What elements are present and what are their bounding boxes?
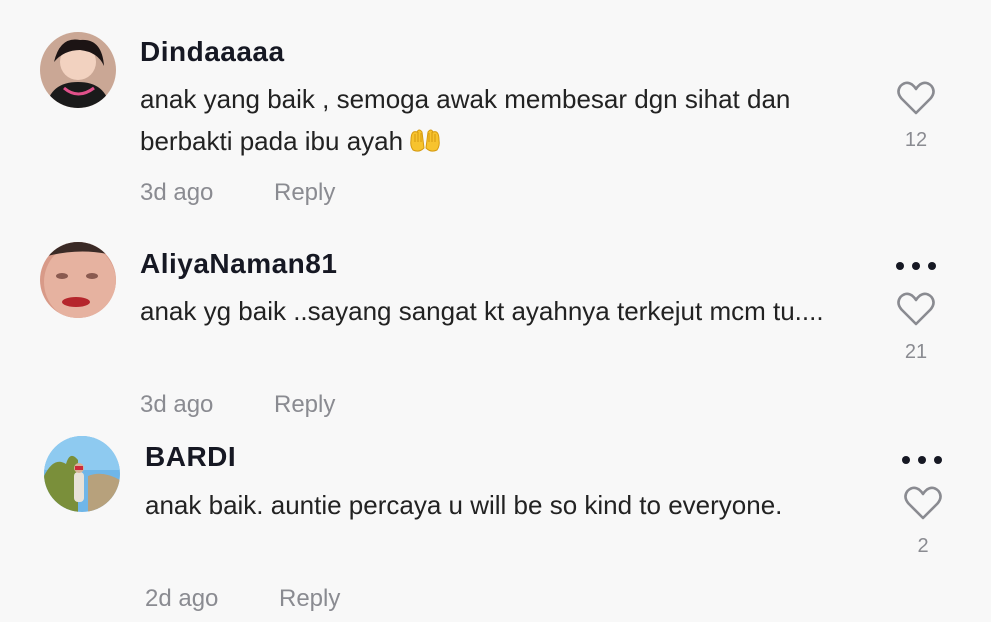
like-button[interactable] xyxy=(903,485,943,521)
comment-time: 3d ago xyxy=(140,391,214,418)
username[interactable]: BARDI xyxy=(145,441,236,473)
avatar[interactable] xyxy=(40,32,116,108)
like-count: 2 xyxy=(917,535,929,557)
heart-outline-icon xyxy=(897,81,935,115)
comment-text: anak yang baik , semoga awak membesar dg… xyxy=(140,78,870,166)
like-count: 21 xyxy=(904,341,928,363)
palms-up-together-icon xyxy=(409,124,441,166)
username[interactable]: AliyaNaman81 xyxy=(140,248,337,280)
heart-outline-icon xyxy=(897,292,935,326)
username[interactable]: Dindaaaaa xyxy=(140,36,285,68)
avatar[interactable] xyxy=(40,242,116,318)
more-options-icon xyxy=(896,262,936,270)
like-count: 12 xyxy=(904,129,928,151)
more-options-button[interactable] xyxy=(894,260,938,272)
more-options-icon xyxy=(902,456,942,464)
like-button[interactable] xyxy=(896,291,936,327)
heart-outline-icon xyxy=(904,486,942,520)
comment-text: anak yg baik ..sayang sangat kt ayahnya … xyxy=(140,296,824,326)
reply-button[interactable]: Reply xyxy=(274,391,335,419)
avatar[interactable] xyxy=(44,436,120,512)
like-button[interactable] xyxy=(896,80,936,116)
more-options-button[interactable] xyxy=(900,454,944,466)
reply-button[interactable]: Reply xyxy=(274,179,335,207)
reply-button[interactable]: Reply xyxy=(279,585,340,613)
comment-time: 2d ago xyxy=(145,585,219,612)
comment-text-body: anak yang baik , semoga awak membesar dg… xyxy=(140,84,791,156)
comment-time: 3d ago xyxy=(140,179,214,206)
comment-text: anak baik. auntie percaya u will be so k… xyxy=(145,490,783,520)
